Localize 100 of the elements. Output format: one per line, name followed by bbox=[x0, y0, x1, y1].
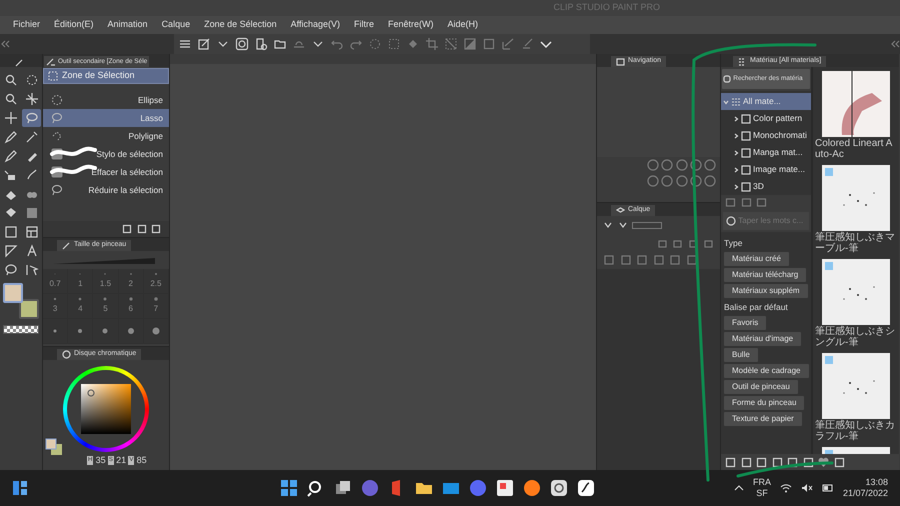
dotted-square-icon[interactable] bbox=[387, 37, 401, 51]
tag-button[interactable]: Outil de pinceau bbox=[724, 380, 798, 394]
opacity-field[interactable] bbox=[632, 222, 662, 228]
sub-color-swatch[interactable] bbox=[19, 299, 39, 319]
widgets-icon[interactable] bbox=[12, 480, 28, 496]
tree-item[interactable]: All mate... bbox=[721, 93, 811, 110]
brush-icon bbox=[62, 241, 71, 250]
start-icon[interactable] bbox=[280, 479, 298, 497]
dot-icon[interactable] bbox=[51, 327, 60, 335]
mini-swatch-icon bbox=[45, 438, 63, 456]
tree-item[interactable]: 3D bbox=[721, 178, 811, 195]
muted-speaker-icon[interactable] bbox=[800, 483, 813, 493]
brush-size-cell[interactable]: 1.5 bbox=[93, 269, 119, 294]
brush-size-cell[interactable]: 2 bbox=[118, 269, 144, 294]
splatter-drawing bbox=[822, 259, 890, 325]
video-chat-icon[interactable] bbox=[361, 479, 379, 497]
dot-icon[interactable] bbox=[126, 327, 135, 335]
lasso-icon[interactable] bbox=[22, 109, 41, 127]
brush-size-cell[interactable]: 6 bbox=[118, 294, 144, 319]
browser-icon[interactable] bbox=[523, 479, 541, 497]
sub-tool-item[interactable]: Lasso bbox=[43, 109, 169, 127]
channel-value: 85 bbox=[136, 454, 147, 467]
chevron-down-icon bbox=[723, 98, 729, 104]
brush-app-icon[interactable] bbox=[577, 479, 595, 497]
brush-size-cell[interactable]: 3 bbox=[43, 294, 68, 319]
brush-size-cell[interactable]: 2.5 bbox=[144, 269, 169, 294]
tree-item[interactable]: Monochromati bbox=[721, 127, 811, 144]
sub-tool-item[interactable]: Effacer la sélection bbox=[43, 163, 169, 181]
square-icon[interactable] bbox=[482, 37, 496, 51]
menu-item[interactable]: Fenêtre(W) bbox=[381, 18, 441, 32]
brush-size-cell[interactable]: 5 bbox=[93, 294, 119, 319]
window-icon bbox=[616, 57, 625, 66]
sub-tool-item[interactable]: Ellipse bbox=[43, 91, 169, 109]
battery-icon[interactable] bbox=[822, 483, 834, 493]
splatter-drawing bbox=[822, 353, 890, 419]
brush-size-cell[interactable]: 0.7 bbox=[43, 269, 68, 294]
tag-button[interactable]: Matériau télécharg bbox=[724, 268, 806, 282]
dot-icon[interactable] bbox=[152, 327, 160, 335]
tag-button[interactable]: Matériau créé bbox=[724, 252, 789, 266]
collapse-icon[interactable] bbox=[0, 39, 10, 49]
main-color-swatch[interactable] bbox=[3, 283, 23, 303]
check-icon[interactable] bbox=[501, 37, 515, 51]
chevron-up-icon[interactable] bbox=[734, 483, 744, 493]
snip-icon[interactable] bbox=[496, 479, 514, 497]
tag-button[interactable]: Forme du pinceau bbox=[724, 396, 804, 410]
task-view-icon[interactable] bbox=[334, 479, 352, 497]
menu-item[interactable]: Zone de Sélection bbox=[197, 18, 284, 32]
new-file-icon[interactable] bbox=[254, 37, 268, 51]
tag-button[interactable]: Matériaux supplém bbox=[724, 284, 808, 298]
tree-item[interactable]: Color pattern bbox=[721, 110, 811, 127]
crop-icon[interactable] bbox=[425, 37, 439, 51]
layers-icon bbox=[616, 206, 625, 215]
tag-button[interactable]: Texture de papier bbox=[724, 412, 802, 426]
saturation-square[interactable] bbox=[81, 384, 131, 434]
dotted-polygon-icon bbox=[51, 130, 63, 142]
menu-item[interactable]: Calque bbox=[154, 18, 198, 32]
menu-item[interactable]: Fichier bbox=[6, 18, 48, 32]
sub-tool-item[interactable]: Stylo de sélection bbox=[43, 145, 169, 163]
brush-size-cell[interactable]: 4 bbox=[68, 294, 94, 319]
dot-icon bbox=[128, 297, 134, 301]
chat-icon[interactable] bbox=[469, 479, 487, 497]
menu-item[interactable]: Filtre bbox=[347, 18, 382, 32]
clock[interactable]: 13:08 21/07/2022 bbox=[842, 477, 888, 499]
thumbnail-caption: 筆圧感知しぶきシングル-筆 bbox=[814, 325, 896, 349]
brush-size-cell[interactable]: 1 bbox=[68, 269, 94, 294]
sub-tool-item[interactable]: Réduire la sélection bbox=[43, 181, 169, 199]
brush-size-cell[interactable]: 7 bbox=[144, 294, 169, 319]
tag-button[interactable]: Modèle de cadrage bbox=[724, 364, 808, 378]
slash-square-icon[interactable] bbox=[444, 37, 458, 51]
dotted-circle-icon bbox=[51, 94, 63, 106]
pen-icon bbox=[46, 57, 55, 66]
chevron-right-icon bbox=[733, 132, 739, 138]
dotted-circle-icon[interactable] bbox=[368, 37, 382, 51]
language-indicator[interactable]: FRA SF bbox=[752, 477, 771, 499]
dot-icon bbox=[152, 297, 159, 301]
menu-item[interactable]: Aide(H) bbox=[440, 18, 486, 32]
tree-item[interactable]: Manga mat... bbox=[721, 144, 811, 161]
thumbnail-caption: 筆圧感知しぶきカラフル-筆 bbox=[814, 419, 896, 443]
menu-item[interactable]: Affichage(V) bbox=[284, 18, 348, 32]
dot-icon[interactable] bbox=[101, 327, 110, 335]
pen-square-icon[interactable] bbox=[197, 37, 211, 51]
chevron-right-icon bbox=[733, 166, 739, 172]
sub-tool-item[interactable]: Polyligne bbox=[43, 127, 169, 145]
dot-icon[interactable] bbox=[76, 327, 84, 335]
transparent-swatch[interactable] bbox=[3, 325, 39, 334]
heart-icon[interactable] bbox=[818, 456, 829, 468]
half-square-icon[interactable] bbox=[463, 37, 477, 51]
menu-item[interactable]: Animation bbox=[100, 18, 155, 32]
channel-value: 35 bbox=[96, 454, 106, 467]
tag-button[interactable]: Favoris bbox=[724, 316, 766, 330]
menu-item[interactable]: Édition(E) bbox=[47, 18, 101, 32]
pen-icon[interactable] bbox=[14, 58, 24, 67]
tree-item[interactable]: Image mate... bbox=[721, 161, 811, 178]
wifi-icon[interactable] bbox=[780, 483, 792, 493]
collapse-icon[interactable] bbox=[890, 39, 900, 49]
tool-group-header[interactable]: Zone de Sélection bbox=[43, 68, 169, 84]
tag-button[interactable]: Matériau d'image bbox=[724, 332, 802, 346]
lasso-icon bbox=[51, 184, 63, 196]
chevron-right-icon bbox=[733, 116, 739, 122]
tag-button[interactable]: Bulle bbox=[724, 348, 758, 362]
